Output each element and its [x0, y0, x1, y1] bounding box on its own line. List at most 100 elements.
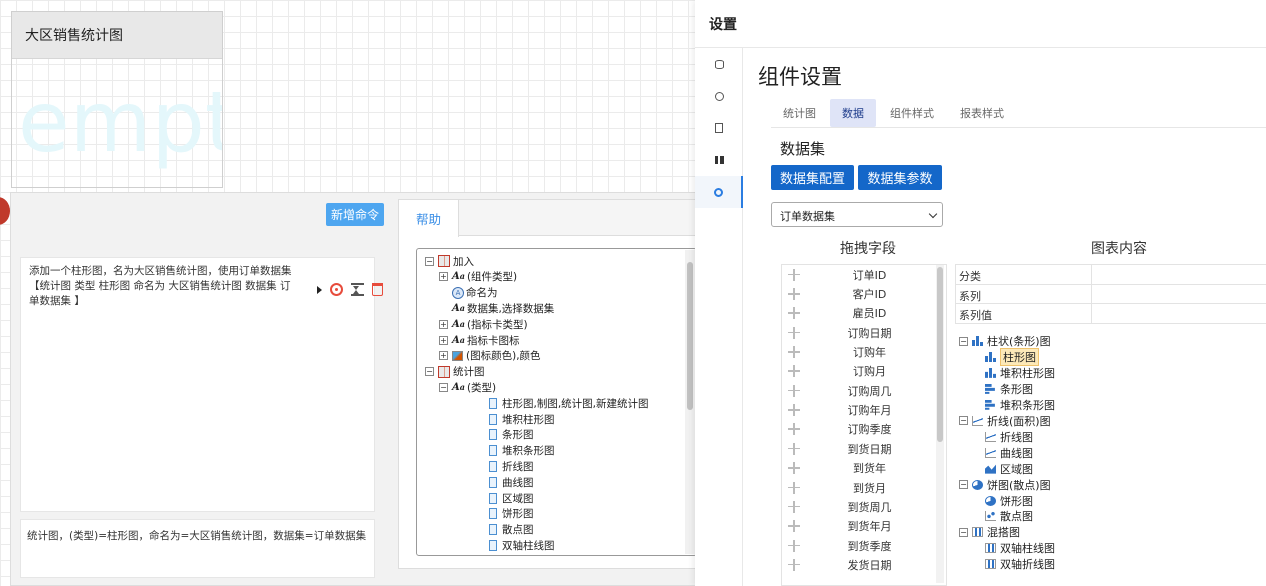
- drag-handle-icon[interactable]: [788, 442, 800, 455]
- command-item[interactable]: 添加一个柱形图，名为大区销售统计图，使用订单数据集【统计图 类型 柱形图 命名为…: [20, 257, 383, 512]
- chart-type-node[interactable]: 区域图: [985, 461, 1033, 477]
- help-tree-node[interactable]: 双轴柱线图: [451, 537, 555, 553]
- collapse-icon[interactable]: −: [425, 367, 434, 377]
- field-item[interactable]: 到货日期: [782, 439, 937, 458]
- collapse-icon[interactable]: −: [425, 256, 434, 266]
- drag-handle-icon[interactable]: [788, 268, 800, 281]
- chart-row-category[interactable]: 分类: [955, 265, 1266, 285]
- drag-handle-icon[interactable]: [788, 288, 800, 301]
- tab-data[interactable]: 数据: [830, 99, 876, 127]
- chart-type-node[interactable]: 双轴折线图: [985, 556, 1055, 572]
- drag-handle-icon[interactable]: [788, 558, 800, 571]
- drag-handle-icon[interactable]: [788, 326, 800, 339]
- chart-group-node[interactable]: − 折线(面积)图: [959, 413, 1051, 429]
- chart-type-node[interactable]: 柱形图: [985, 347, 1039, 366]
- tab-component-style[interactable]: 组件样式: [878, 99, 946, 127]
- help-tree-node[interactable]: + (图标颜色),颜色: [439, 348, 541, 364]
- chart-row-series[interactable]: 系列: [955, 284, 1266, 304]
- chart-group-node[interactable]: − 柱状(条形)图: [959, 333, 1051, 349]
- chart-type-node[interactable]: 双轴柱线图: [985, 540, 1055, 556]
- field-item[interactable]: 订购周几: [782, 381, 937, 400]
- drag-handle-icon[interactable]: [788, 462, 800, 475]
- collapse-icon[interactable]: −: [959, 480, 968, 490]
- nav-settings[interactable]: [695, 80, 743, 112]
- field-item[interactable]: 雇员ID: [782, 304, 937, 323]
- field-item[interactable]: 到货周几: [782, 497, 937, 516]
- chart-widget[interactable]: 大区销售统计图 empt: [11, 11, 223, 188]
- expand-icon[interactable]: +: [439, 351, 448, 361]
- drag-handle-icon[interactable]: [788, 404, 800, 417]
- tab-help[interactable]: 帮助: [399, 200, 459, 237]
- field-item[interactable]: 到货季度: [782, 536, 937, 555]
- help-tree-node[interactable]: + Aa (指标卡类型): [439, 316, 528, 332]
- field-item[interactable]: 订购年月: [782, 400, 937, 419]
- chart-group-node[interactable]: − 饼图(散点)图: [959, 477, 1051, 493]
- nav-document[interactable]: [695, 112, 743, 144]
- drag-handle-icon[interactable]: [788, 520, 800, 533]
- chart-type-node[interactable]: 曲线图: [985, 445, 1033, 461]
- hourglass-icon[interactable]: [351, 283, 364, 296]
- help-tree-node[interactable]: 条形图: [451, 427, 534, 443]
- field-item[interactable]: 订购日期: [782, 323, 937, 342]
- help-tree-node[interactable]: + Aa 指标卡图标: [439, 332, 519, 348]
- chart-type-node[interactable]: 堆积柱形图: [985, 365, 1055, 381]
- field-item[interactable]: 订购季度: [782, 420, 937, 439]
- dataset-config-button[interactable]: 数据集配置: [771, 165, 854, 190]
- help-tree-node[interactable]: − 统计图: [425, 364, 485, 380]
- nav-database[interactable]: [695, 48, 743, 80]
- help-tree-scrollbar[interactable]: [685, 250, 695, 554]
- help-tree-node[interactable]: 曲线图: [451, 474, 534, 490]
- collapse-icon[interactable]: −: [959, 527, 968, 537]
- help-tree-node[interactable]: 堆积条形图: [451, 443, 555, 459]
- field-list[interactable]: 订单ID 客户ID 雇员ID 订购日期 订购年 订购月 订购周几 订购年月 订购季度 到货日期 到货…: [781, 264, 947, 586]
- help-tree-node[interactable]: 区域图: [451, 490, 534, 506]
- dataset-select[interactable]: 订单数据集: [771, 202, 943, 227]
- collapse-icon[interactable]: −: [959, 416, 968, 426]
- record-icon[interactable]: [330, 283, 343, 296]
- chart-group-node[interactable]: − 混搭图: [959, 524, 1020, 540]
- drag-handle-icon[interactable]: [788, 423, 800, 436]
- expand-icon[interactable]: +: [439, 319, 448, 329]
- drag-handle-icon[interactable]: [788, 481, 800, 494]
- collapse-icon[interactable]: −: [439, 382, 448, 392]
- tab-chart[interactable]: 统计图: [771, 99, 828, 127]
- field-item[interactable]: 发货日期: [782, 555, 937, 574]
- chart-type-node[interactable]: 饼形图: [985, 493, 1033, 509]
- expand-icon[interactable]: +: [439, 335, 448, 345]
- field-item[interactable]: 到货年: [782, 459, 937, 478]
- help-tree-node[interactable]: 柱形图,制图,统计图,新建统计图: [451, 395, 649, 411]
- help-tree-node[interactable]: 饼形图: [451, 506, 534, 522]
- help-tree-node[interactable]: A 命名为: [439, 285, 498, 301]
- drag-handle-icon[interactable]: [788, 539, 800, 552]
- chart-type-node[interactable]: 散点图: [985, 508, 1033, 524]
- help-tree-node[interactable]: Aa 数据集,选择数据集: [439, 300, 554, 316]
- field-item[interactable]: 到货年月: [782, 517, 937, 536]
- chart-type-node[interactable]: 折线图: [985, 429, 1033, 445]
- new-command-button[interactable]: 新增命令: [326, 203, 384, 226]
- expand-icon[interactable]: +: [439, 272, 448, 282]
- drag-handle-icon[interactable]: [788, 346, 800, 359]
- drag-handle-icon[interactable]: [788, 500, 800, 513]
- field-list-scrollbar[interactable]: [936, 265, 944, 583]
- dataset-params-button[interactable]: 数据集参数: [858, 165, 942, 190]
- field-item[interactable]: 订单ID: [782, 265, 937, 284]
- help-tree-node[interactable]: 折线图: [451, 458, 534, 474]
- help-tree-node[interactable]: + Aa (组件类型): [439, 269, 517, 285]
- delete-icon[interactable]: [372, 283, 383, 296]
- chart-type-node[interactable]: 堆积条形图: [985, 397, 1055, 413]
- run-icon[interactable]: [317, 286, 322, 294]
- field-item[interactable]: 订购年: [782, 342, 937, 361]
- tab-report-style[interactable]: 报表样式: [948, 99, 1016, 127]
- field-item[interactable]: 客户ID: [782, 284, 937, 303]
- help-tree-node[interactable]: − Aa (类型): [439, 379, 496, 395]
- help-tree[interactable]: − 加入 + Aa (组件类型) A 命名为 Aa 数据集,选择数据集 + Aa (指标卡类型) + Aa…: [416, 248, 697, 556]
- collapse-icon[interactable]: −: [959, 336, 968, 346]
- field-list-scroll-thumb[interactable]: [937, 267, 943, 442]
- help-tree-node[interactable]: − 加入: [425, 253, 474, 269]
- help-tree-node[interactable]: 散点图: [451, 522, 534, 538]
- nav-components[interactable]: [695, 144, 743, 176]
- drag-handle-icon[interactable]: [788, 307, 800, 320]
- field-item[interactable]: 到货月: [782, 478, 937, 497]
- field-item[interactable]: 订购月: [782, 362, 937, 381]
- chart-row-series-value[interactable]: 系列值: [955, 304, 1266, 324]
